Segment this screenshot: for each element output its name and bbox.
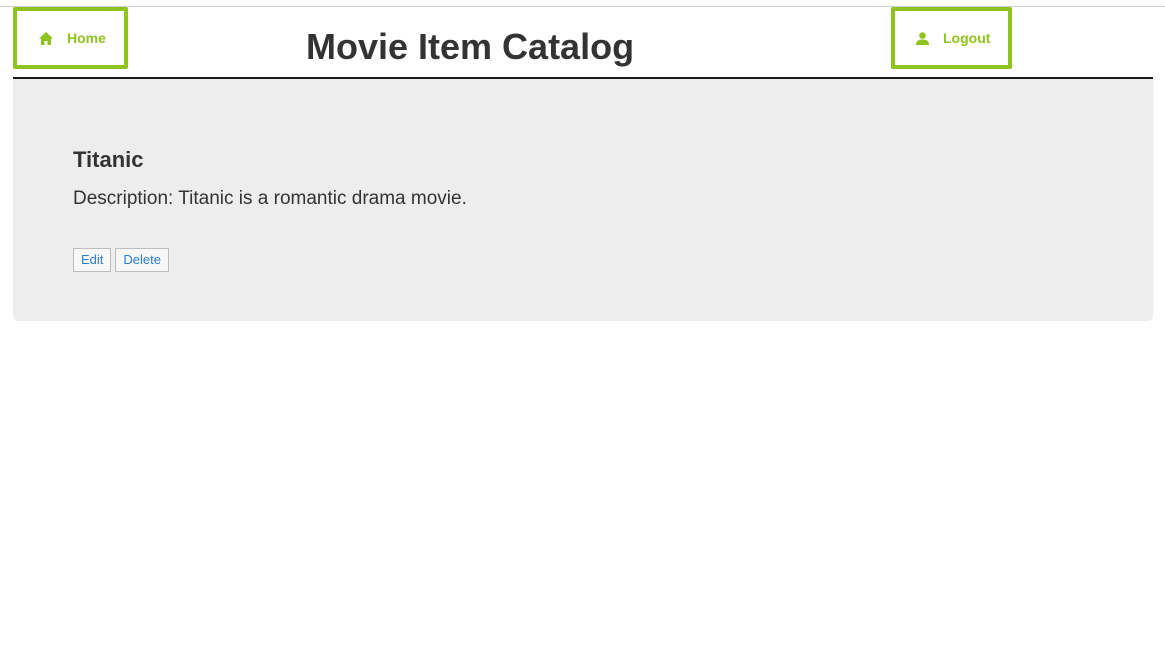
- delete-button[interactable]: Delete: [115, 248, 169, 272]
- edit-button[interactable]: Edit: [73, 248, 112, 272]
- logout-label: Logout: [943, 30, 991, 46]
- header: Home Movie Item Catalog Logout: [13, 7, 1153, 79]
- page-title: Movie Item Catalog: [306, 26, 635, 67]
- item-description: Description: Titanic is a romantic drama…: [73, 188, 467, 209]
- home-label: Home: [67, 30, 106, 46]
- home-icon: [39, 31, 53, 45]
- home-button[interactable]: Home: [13, 7, 128, 69]
- item-actions: Edit Delete: [73, 248, 169, 272]
- item-panel: Titanic Description: Titanic is a romant…: [13, 79, 1153, 321]
- user-icon: [916, 31, 929, 45]
- item-title: Titanic: [73, 147, 144, 172]
- logout-button[interactable]: Logout: [891, 7, 1012, 69]
